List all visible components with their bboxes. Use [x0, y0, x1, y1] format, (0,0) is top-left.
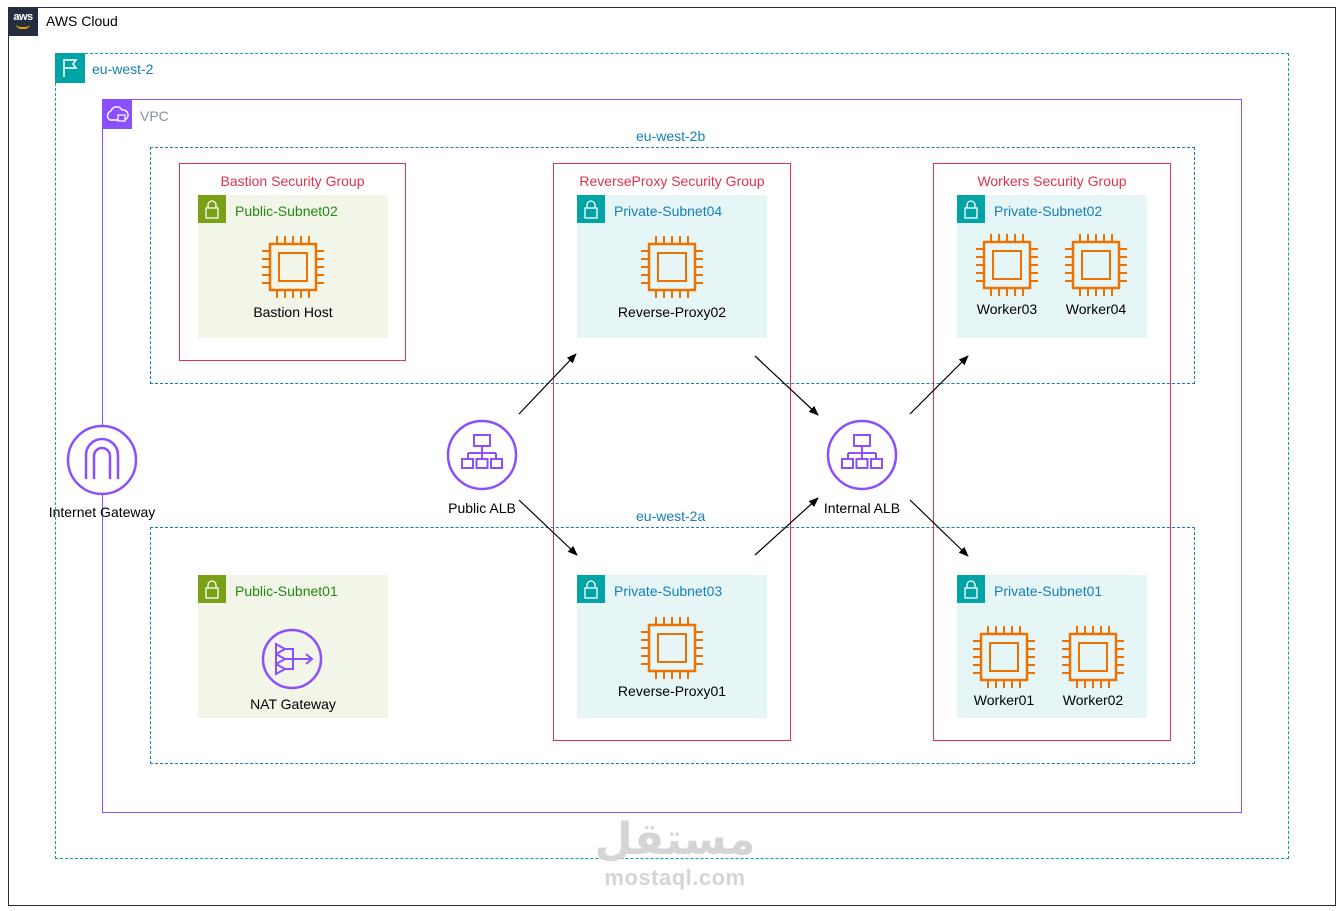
watermark-latin: mostaql.com [604, 865, 746, 890]
worker02-label: Worker02 [1062, 692, 1124, 708]
internal-alb-icon [826, 419, 898, 491]
internal-alb-label: Internal ALB [823, 500, 901, 516]
nat-gateway-icon [261, 628, 323, 690]
worker04-ec2-icon [1063, 232, 1129, 298]
internet-gateway-label: Internet Gateway [48, 504, 156, 520]
worker03-ec2-icon [974, 232, 1040, 298]
reverse-proxy02-label: Reverse-Proxy02 [617, 304, 727, 320]
mostaql-watermark: مستقل mostaql.com [560, 815, 790, 891]
worker01-ec2-icon [971, 624, 1037, 690]
watermark-arabic: مستقل [594, 814, 756, 865]
reverse-proxy01-ec2-icon [639, 615, 705, 681]
worker01-label: Worker01 [973, 692, 1035, 708]
arrow-internal-alb-to-workers-2b [909, 355, 969, 415]
diagram-icons-layer [66, 232, 1129, 690]
public-alb-icon [446, 419, 518, 491]
reverse-proxy02-ec2-icon [639, 234, 705, 300]
arrow-proxy02-to-internal-alb [754, 355, 819, 416]
arrow-internal-alb-to-workers-2a [909, 499, 969, 557]
bastion-host-ec2-icon [260, 234, 326, 300]
worker02-ec2-icon [1060, 624, 1126, 690]
nat-gateway-label: NAT Gateway [250, 696, 336, 712]
internet-gateway-icon [66, 424, 138, 496]
worker03-label: Worker03 [976, 301, 1038, 317]
arrow-public-alb-to-proxy02 [518, 353, 577, 415]
public-alb-label: Public ALB [448, 500, 516, 516]
bastion-host-label: Bastion Host [253, 304, 333, 320]
worker04-label: Worker04 [1065, 301, 1127, 317]
arrow-proxy01-to-internal-alb [754, 497, 819, 556]
reverse-proxy01-label: Reverse-Proxy01 [617, 683, 727, 699]
